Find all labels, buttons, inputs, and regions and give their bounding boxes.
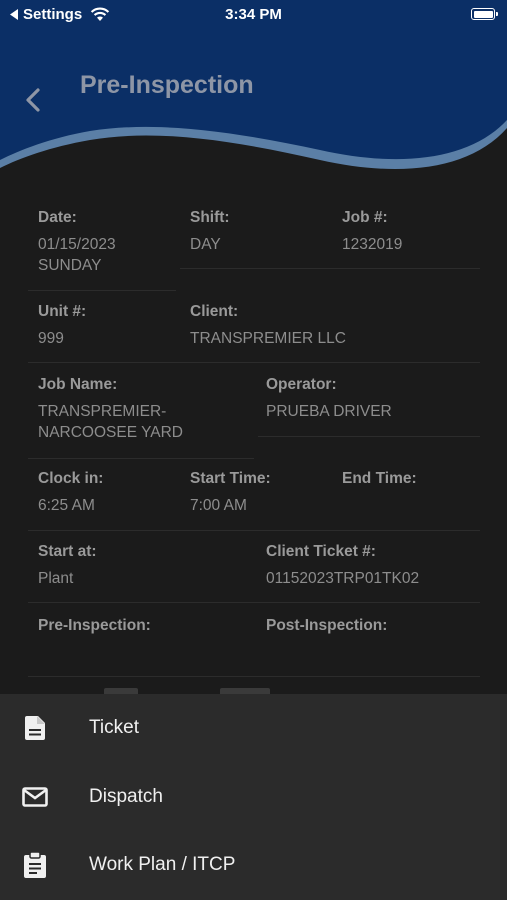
client-field: Client: TRANSPREMIER LLC (180, 302, 480, 349)
job-name-value: TRANSPREMIER- NARCOOSEE YARD (38, 403, 183, 441)
date-value: 01/15/2023 SUNDAY (38, 236, 116, 274)
client-ticket-label: Client Ticket #: (266, 543, 376, 560)
divider (28, 530, 480, 531)
post-inspection-field: Post-Inspection: (256, 616, 480, 642)
divider (28, 602, 480, 603)
page-title: Pre-Inspection (80, 71, 254, 99)
clock-in-label: Clock in: (38, 470, 104, 487)
action-menu: Ticket Dispatch Work Plan / ITCP (0, 694, 507, 900)
operator-value: PRUEBA DRIVER (266, 403, 392, 420)
divider (28, 458, 254, 459)
client-label: Client: (190, 303, 239, 320)
clock-in-field: Clock in: 6:25 AM (28, 469, 178, 516)
start-time-value: 7:00 AM (190, 497, 247, 514)
job-name-label: Job Name: (38, 376, 118, 393)
clipboard-icon (22, 852, 48, 878)
start-at-field: Start at: Plant (28, 542, 256, 589)
shift-value: DAY (190, 236, 221, 253)
operator-field: Operator: PRUEBA DRIVER (256, 375, 480, 422)
end-time-field: End Time: (332, 469, 480, 495)
divider (180, 268, 480, 269)
job-number-field: Job #: 1232019 (332, 208, 480, 255)
shift-field: Shift: DAY (180, 208, 330, 255)
job-number-label: Job #: (342, 209, 388, 226)
unit-number-field: Unit #: 999 (28, 302, 178, 349)
divider (258, 436, 480, 437)
divider (28, 362, 480, 363)
menu-item-work-plan[interactable]: Work Plan / ITCP (0, 835, 507, 895)
back-button[interactable] (18, 82, 50, 118)
operator-label: Operator: (266, 376, 337, 393)
menu-item-ticket[interactable]: Ticket (0, 698, 507, 758)
clock-in-value: 6:25 AM (38, 497, 95, 514)
start-at-label: Start at: (38, 543, 97, 560)
status-bar: Settings 3:34 PM (0, 0, 507, 30)
date-label: Date: (38, 209, 77, 226)
end-time-label: End Time: (342, 470, 417, 487)
start-time-field: Start Time: 7:00 AM (180, 469, 330, 516)
menu-item-label: Ticket (89, 717, 139, 738)
clock: 3:34 PM (225, 6, 282, 23)
document-icon (22, 715, 48, 741)
post-inspection-label: Post-Inspection: (266, 617, 388, 634)
client-ticket-value: 01152023TRP01TK02 (266, 570, 420, 587)
job-number-value: 1232019 (342, 236, 403, 253)
client-value: TRANSPREMIER LLC (190, 330, 346, 347)
unit-number-value: 999 (38, 330, 64, 347)
menu-item-label: Dispatch (89, 786, 163, 807)
start-at-value: Plant (38, 570, 74, 587)
pre-inspection-field: Pre-Inspection: (28, 616, 256, 642)
menu-item-dispatch[interactable]: Dispatch (0, 767, 507, 827)
job-name-field: Job Name: TRANSPREMIER- NARCOOSEE YARD (28, 375, 256, 443)
client-ticket-field: Client Ticket #: 01152023TRP01TK02 (256, 542, 480, 589)
shift-label: Shift: (190, 209, 230, 226)
chevron-left-icon (26, 88, 40, 112)
battery-icon (471, 8, 498, 20)
mail-icon (22, 784, 48, 810)
unit-number-label: Unit #: (38, 303, 87, 320)
date-field: Date: 01/15/2023 SUNDAY (28, 208, 178, 276)
divider (28, 290, 176, 291)
start-time-label: Start Time: (190, 470, 271, 487)
menu-item-label: Work Plan / ITCP (89, 854, 236, 875)
pre-inspection-label: Pre-Inspection: (38, 617, 151, 634)
divider (28, 676, 480, 677)
